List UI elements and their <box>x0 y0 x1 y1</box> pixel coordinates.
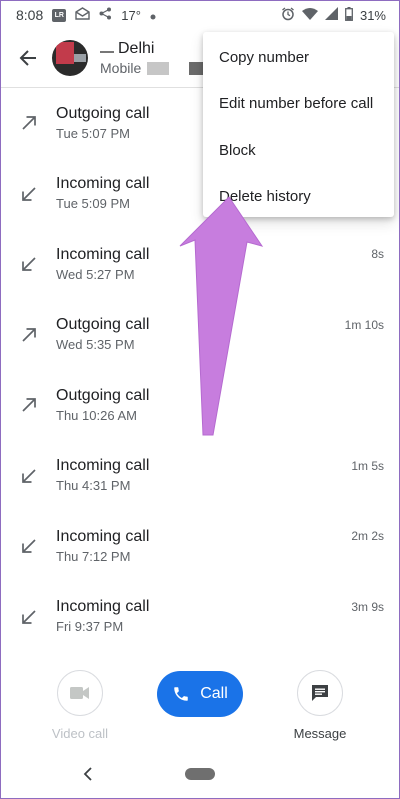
menu-item-copy-number[interactable]: Copy number <box>203 34 394 81</box>
message-circle[interactable] <box>297 670 343 716</box>
outgoing-call-icon <box>22 327 36 342</box>
call-duration: 8s <box>371 247 384 261</box>
signal-icon <box>324 7 338 23</box>
call-time: Fri 9:37 PM <box>56 619 124 635</box>
call-time: Thu 4:31 PM <box>56 478 131 494</box>
redacted-number-block <box>147 61 170 75</box>
call-duration: 3m 9s <box>351 599 384 614</box>
videocam-icon <box>70 687 89 699</box>
nav-back-button[interactable] <box>78 762 98 786</box>
battery-icon <box>345 6 353 24</box>
contact-name: Delhi <box>118 40 155 57</box>
call-time: Tue 5:09 PM <box>56 196 130 212</box>
incoming-call-icon <box>22 539 36 554</box>
menu-item-block[interactable]: Block <box>203 127 394 174</box>
arrow-back-icon <box>19 50 36 66</box>
call-time: Wed 5:35 PM <box>56 337 135 353</box>
call-history-row[interactable]: Incoming call Thu 4:31 PM 1m 5s <box>0 441 400 512</box>
app-badge-icon: LR <box>52 8 67 22</box>
system-nav-bar <box>0 752 400 799</box>
incoming-call-icon <box>22 610 36 624</box>
outgoing-call-icon <box>22 116 36 130</box>
mail-icon <box>75 7 90 23</box>
contact-actions: Video call Call Message <box>0 668 400 748</box>
call-label: Call <box>200 685 228 702</box>
video-call-label: Video call <box>51 726 109 741</box>
contact-avatar[interactable] <box>52 40 88 76</box>
phone-icon <box>174 687 188 701</box>
video-call-button[interactable]: Video call <box>45 670 115 741</box>
call-history-row[interactable]: Outgoing call Wed 5:35 PM 1m 10s <box>0 300 400 371</box>
message-icon <box>312 685 328 701</box>
call-history-row[interactable]: Outgoing call Thu 10:26 AM <box>0 370 400 441</box>
video-call-circle[interactable] <box>57 670 103 716</box>
message-label: Message <box>293 726 347 741</box>
call-type: Outgoing call <box>56 386 150 404</box>
battery-percent: 31% <box>359 7 386 23</box>
call-type: Outgoing call <box>56 104 150 122</box>
call-duration: 2m 2s <box>351 529 384 543</box>
wifi-icon <box>301 7 318 23</box>
outgoing-call-icon <box>22 398 36 412</box>
menu-item-edit-number[interactable]: Edit number before call <box>203 81 394 128</box>
share-icon <box>99 7 112 23</box>
back-button[interactable] <box>0 30 56 86</box>
status-time: 8:08 <box>16 7 44 23</box>
call-type: Outgoing call <box>56 316 150 334</box>
call-type: Incoming call <box>56 598 150 616</box>
temperature-text: 17° <box>121 7 141 23</box>
redacted-name-mark <box>100 51 114 53</box>
call-duration: 1m 5s <box>351 458 384 473</box>
call-history-row[interactable]: Incoming call Wed 5:27 PM 8s <box>0 229 400 300</box>
call-duration: 1m 10s <box>344 317 384 332</box>
overflow-menu: Copy number Edit number before call Bloc… <box>203 32 394 217</box>
call-type: Incoming call <box>56 457 150 475</box>
notification-dot-icon <box>150 8 156 23</box>
call-history-row[interactable]: Incoming call Fri 9:37 PM 3m 9s <box>0 582 400 653</box>
incoming-call-icon <box>22 257 36 272</box>
incoming-call-icon <box>22 187 36 201</box>
call-time: Thu 10:26 AM <box>56 407 137 423</box>
status-bar: 8:08 LR 17° 31% <box>0 0 400 30</box>
chevron-left-icon <box>83 767 92 781</box>
call-time: Wed 5:27 PM <box>56 266 135 282</box>
call-time: Tue 5:07 PM <box>56 125 130 141</box>
menu-item-delete-history[interactable]: Delete history <box>203 174 394 221</box>
message-button[interactable]: Message <box>282 670 358 741</box>
call-time: Thu 7:12 PM <box>56 548 131 564</box>
call-type: Incoming call <box>56 245 150 263</box>
incoming-call-icon <box>22 469 36 483</box>
call-type: Incoming call <box>56 175 150 193</box>
call-button[interactable]: Call <box>157 671 243 717</box>
nav-home-pill[interactable] <box>185 768 215 780</box>
call-type: Incoming call <box>56 527 150 545</box>
contact-number-label: Mobile <box>100 60 142 76</box>
call-history-row[interactable]: Incoming call Thu 7:12 PM 2m 2s <box>0 511 400 582</box>
alarm-icon <box>281 6 295 24</box>
